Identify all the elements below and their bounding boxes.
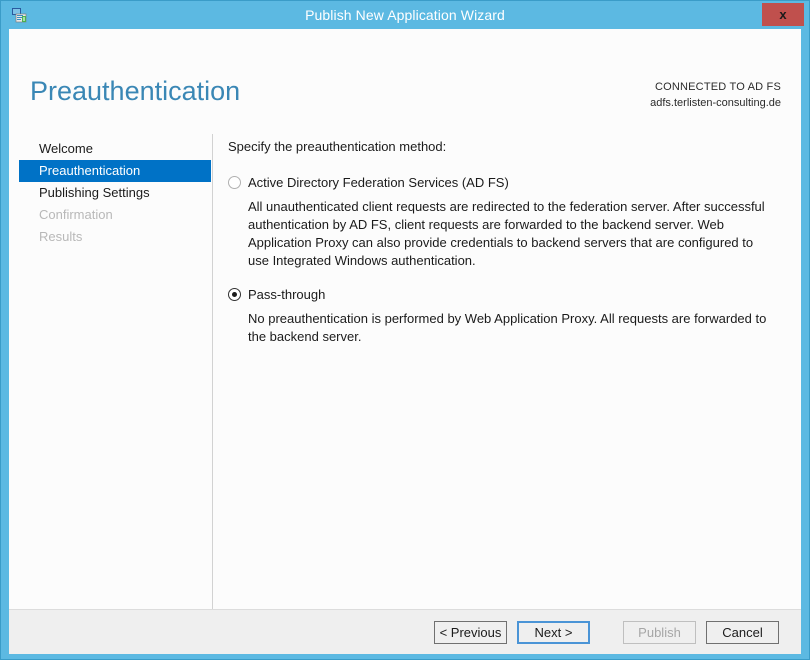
close-icon[interactable]: x bbox=[762, 3, 804, 26]
radio-row-adfs[interactable]: Active Directory Federation Services (AD… bbox=[228, 174, 776, 192]
wizard-footer: < Previous Next > Publish Cancel bbox=[9, 609, 801, 654]
sidebar-item-results: Results bbox=[39, 229, 83, 244]
sidebar-item-welcome[interactable]: Welcome bbox=[19, 138, 211, 160]
wizard-steps-nav: Welcome Preauthentication Publishing Set… bbox=[19, 138, 211, 248]
page-title: Preauthentication bbox=[30, 76, 241, 106]
next-button[interactable]: Next > bbox=[517, 621, 590, 644]
sidebar-item-confirmation: Confirmation bbox=[39, 207, 113, 222]
previous-button[interactable]: < Previous bbox=[434, 621, 507, 644]
wizard-window: Publish New Application Wizard x Preauth… bbox=[0, 0, 810, 660]
instruction-text: Specify the preauthentication method: bbox=[228, 139, 447, 154]
title-bar: Publish New Application Wizard x bbox=[1, 1, 809, 29]
option-label-adfs: Active Directory Federation Services (AD… bbox=[248, 175, 509, 190]
cancel-button[interactable]: Cancel bbox=[706, 621, 779, 644]
main-content: Specify the preauthentication method: Ac… bbox=[228, 138, 776, 362]
option-label-pass-through: Pass-through bbox=[248, 287, 326, 302]
connection-status: CONNECTED TO AD FS adfs.terlisten-consul… bbox=[650, 79, 781, 111]
radio-row-pass-through[interactable]: Pass-through bbox=[228, 286, 776, 304]
radio-pass-through-icon[interactable] bbox=[228, 288, 241, 301]
radio-adfs-icon[interactable] bbox=[228, 176, 241, 189]
sidebar-item-preauthentication[interactable]: Preauthentication bbox=[19, 160, 211, 182]
window-title: Publish New Application Wizard bbox=[305, 7, 505, 23]
connected-host: adfs.terlisten-consulting.de bbox=[650, 97, 781, 109]
option-description-adfs: All unauthenticated client requests are … bbox=[248, 199, 765, 268]
option-adfs: Active Directory Federation Services (AD… bbox=[228, 174, 776, 270]
vertical-divider bbox=[212, 134, 213, 617]
option-pass-through: Pass-through No preauthentication is per… bbox=[228, 286, 776, 346]
option-description-pass-through: No preauthentication is performed by Web… bbox=[248, 311, 767, 344]
publish-button: Publish bbox=[623, 621, 696, 644]
connected-label: CONNECTED TO AD FS bbox=[654, 81, 781, 93]
page-header: Preauthentication CONNECTED TO AD FS adf… bbox=[9, 29, 801, 109]
sidebar-item-publishing-settings[interactable]: Publishing Settings bbox=[19, 182, 211, 204]
client-area: Preauthentication CONNECTED TO AD FS adf… bbox=[9, 29, 801, 654]
